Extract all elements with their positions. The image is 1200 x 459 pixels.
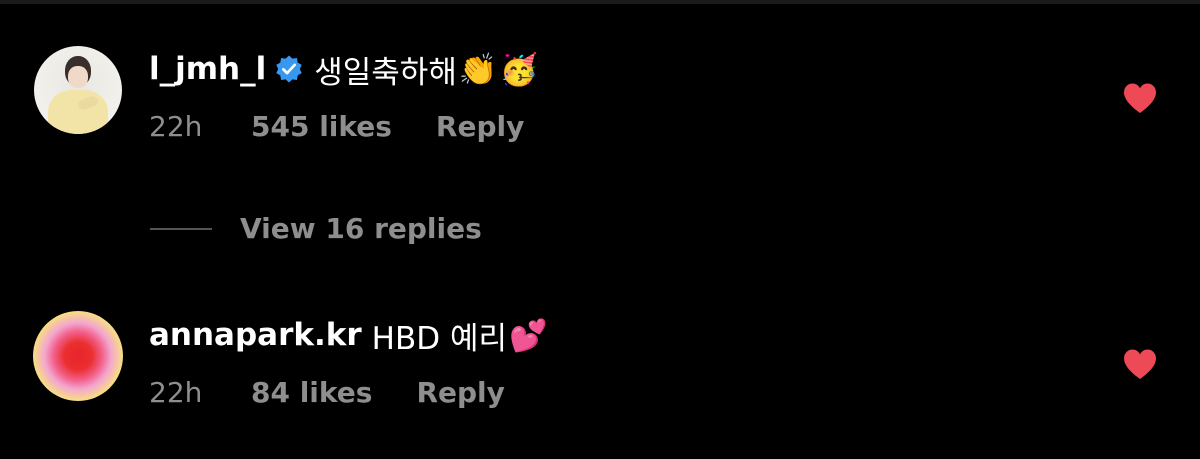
clapping-hands-emoji: 👏 xyxy=(458,51,498,88)
heart-icon[interactable] xyxy=(1122,82,1158,114)
two-hearts-emoji: 💕 xyxy=(509,317,548,354)
comment-time: 22h xyxy=(149,376,203,409)
comment-header: l_jmh_l 생일축하해 👏 🥳 xyxy=(149,48,539,91)
view-replies-label: View 16 replies xyxy=(240,212,482,245)
comment-meta: 22h 545 likes Reply xyxy=(149,110,524,143)
username[interactable]: annapark.kr xyxy=(149,317,362,353)
likes-count[interactable]: 84 likes xyxy=(251,376,372,409)
verified-badge-icon xyxy=(276,55,302,83)
username[interactable]: l_jmh_l xyxy=(149,51,266,87)
reply-button[interactable]: Reply xyxy=(436,110,524,143)
heart-icon[interactable] xyxy=(1122,348,1158,380)
avatar-shirt xyxy=(48,90,108,134)
avatar-face xyxy=(68,66,88,88)
comment-time: 22h xyxy=(149,110,203,143)
view-replies-divider xyxy=(150,227,212,230)
comment-text: HBD 예리 xyxy=(371,320,508,357)
comment-meta: 22h 84 likes Reply xyxy=(149,376,505,409)
likes-count[interactable]: 545 likes xyxy=(251,110,392,143)
comment-header: annapark.kr HBD 예리 💕 xyxy=(149,314,548,357)
avatar[interactable] xyxy=(34,46,122,134)
avatar[interactable] xyxy=(33,311,123,401)
partying-face-emoji: 🥳 xyxy=(499,51,539,88)
view-replies-button[interactable]: View 16 replies xyxy=(150,212,482,245)
comment-text: 생일축하해 xyxy=(314,54,457,91)
reply-button[interactable]: Reply xyxy=(416,376,504,409)
top-divider xyxy=(0,0,1200,4)
